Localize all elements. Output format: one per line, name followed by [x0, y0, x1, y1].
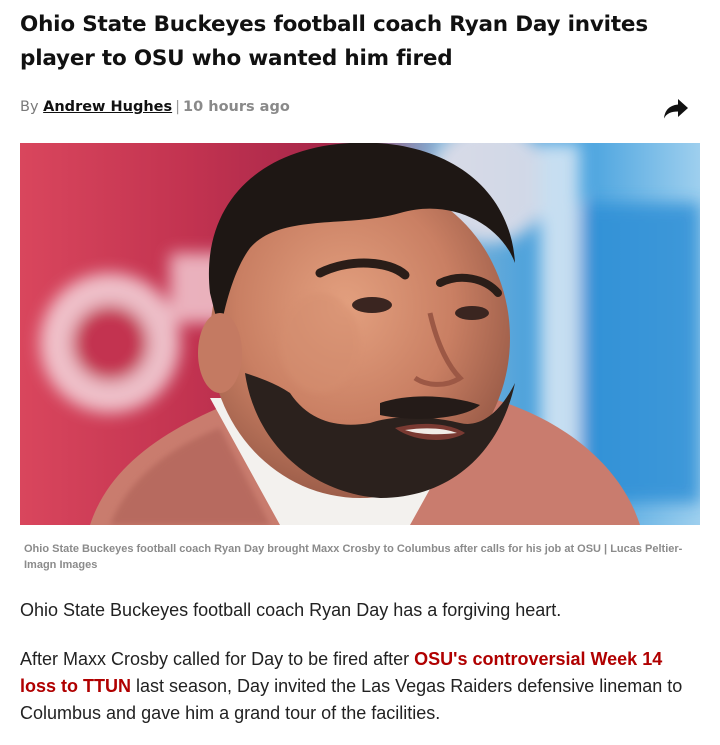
image-caption: Ohio State Buckeyes football coach Ryan …: [24, 543, 683, 571]
paragraph: Ohio State Buckeyes football coach Ryan …: [20, 600, 562, 620]
article: Ohio State Buckeyes football coach Ryan …: [0, 0, 720, 745]
publish-time: 10 hours ago: [183, 99, 290, 115]
author-link[interactable]: Andrew Hughes: [43, 99, 172, 115]
byline-prefix: By: [20, 99, 39, 115]
hero-image: [20, 143, 700, 525]
byline: By Andrew Hughes | 10 hours ago: [20, 99, 290, 115]
share-button[interactable]: [660, 94, 692, 124]
article-headline: Ohio State Buckeyes football coach Ryan …: [20, 12, 648, 71]
byline-separator: |: [175, 99, 181, 115]
share-arrow-icon: [664, 99, 688, 119]
paragraph: After Maxx Crosby called for Day to be f…: [20, 646, 700, 727]
paragraph-text: After Maxx Crosby called for Day to be f…: [20, 649, 415, 669]
